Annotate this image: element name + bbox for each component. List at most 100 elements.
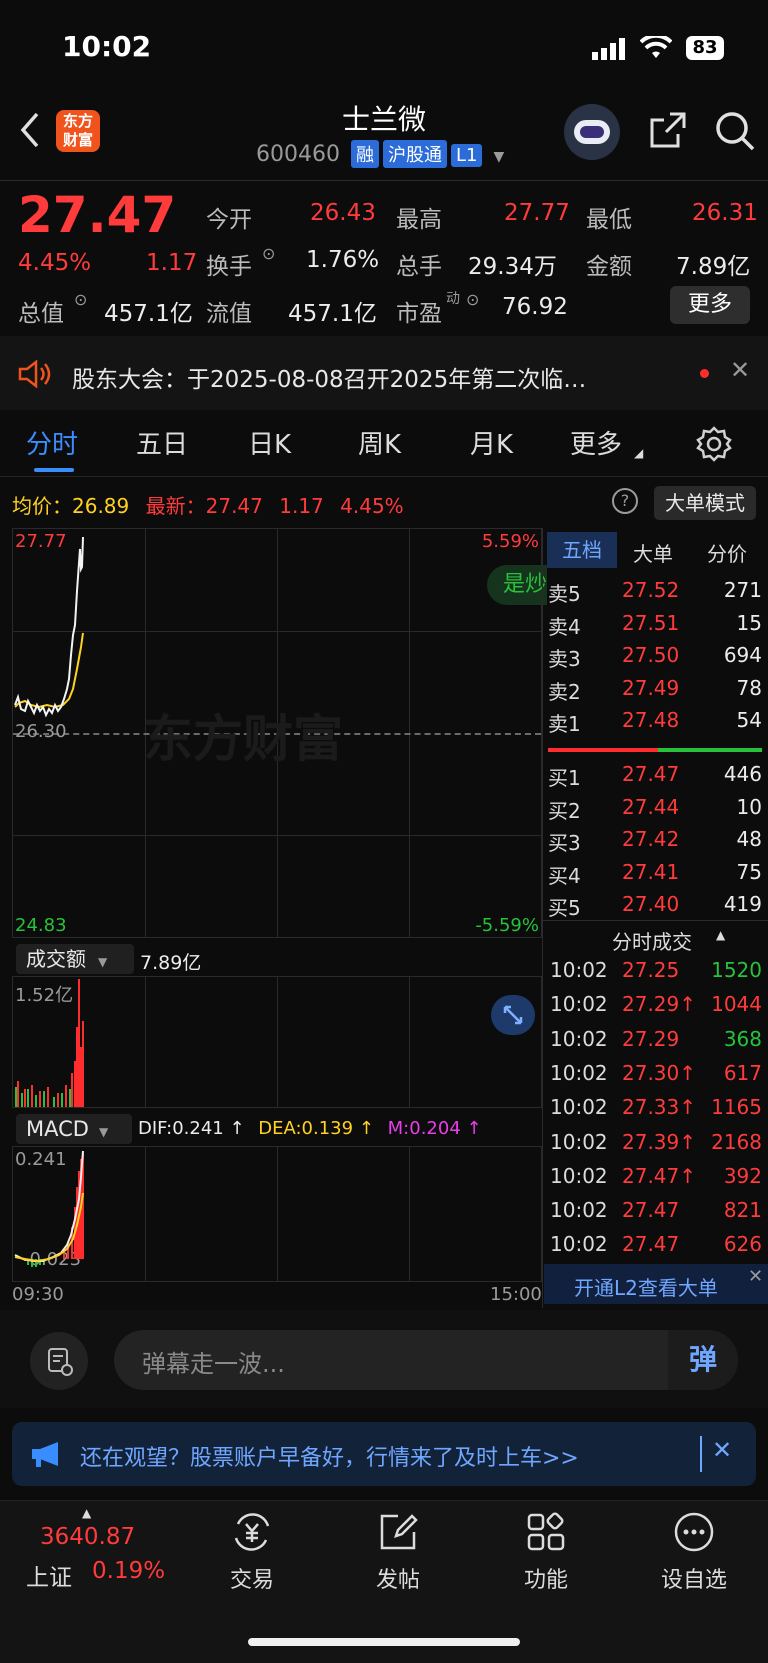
trade-row: 10:02 27.39↑ 2168 — [548, 1130, 762, 1164]
volume-panel: 成交额 ▼ 7.89亿 1.52亿 — [12, 938, 542, 1110]
tab-daily[interactable]: 日K — [248, 424, 291, 461]
chevron-down-icon: ▼ — [98, 1125, 109, 1139]
ad-banner[interactable]: 还在观望？股票账户早备好，行情来了及时上车>> ✕ — [12, 1422, 756, 1486]
nav-watchlist[interactable]: 设自选 — [652, 1510, 736, 1600]
ask-volume: 694 — [723, 643, 762, 667]
more-button[interactable]: 更多 — [670, 286, 750, 324]
tab-more[interactable]: 更多 — [570, 424, 622, 461]
divider — [0, 180, 768, 181]
search-icon[interactable] — [714, 110, 756, 152]
tag-hk-connect: 沪股通 — [382, 140, 447, 168]
home-indicator — [248, 1638, 520, 1646]
latest-change: 1.17 — [279, 494, 324, 518]
danmaku-input[interactable]: 弹幕走一波... 弹 — [114, 1330, 738, 1390]
ask-label: 卖4 — [548, 614, 581, 639]
nav-watchlist-label: 设自选 — [660, 1568, 727, 1593]
stock-code: 600460 — [256, 142, 340, 167]
trade-row: 10:02 27.47↑ 392 — [548, 1164, 762, 1198]
more-dots-icon — [674, 1512, 714, 1552]
tag-level1: L1 — [450, 144, 483, 167]
latest-pct: 4.45% — [340, 494, 404, 518]
l2-banner[interactable]: 开通L2查看大单 ✕ — [544, 1264, 768, 1304]
status-time: 10:02 — [62, 30, 152, 63]
settings-icon[interactable] — [696, 426, 732, 462]
intraday-chart[interactable]: 东方财富 27.77 5.59% 26.30 24.83 -5.59% 是炒 — [12, 528, 547, 938]
index-widget[interactable]: ▲ 3640.87 上证 0.19% — [0, 1500, 180, 1600]
nav-functions[interactable]: 功能 — [504, 1510, 588, 1600]
trade-volume: 1044 — [711, 992, 762, 1017]
info-icon[interactable]: ⊙ — [262, 244, 275, 263]
chevron-down-icon[interactable]: ▼ — [493, 149, 504, 165]
trade-volume: 392 — [723, 1163, 762, 1188]
caret-icon: ◢ — [634, 446, 644, 460]
bid-label: 买3 — [548, 831, 581, 855]
open-value: 26.43 — [310, 200, 376, 226]
high-value: 27.77 — [504, 200, 570, 226]
trade-volume: 821 — [723, 1198, 762, 1223]
trade-row: 10:02 27.29↑ 1044 — [548, 992, 762, 1026]
tab-large-order[interactable]: 大单 — [633, 538, 673, 567]
turnover-value: 1.76% — [306, 247, 380, 273]
pe-value: 76.92 — [502, 294, 568, 320]
trade-volume: 368 — [723, 1026, 762, 1051]
caret-up-icon[interactable]: ▲ — [716, 928, 725, 942]
trade-price: 27.29↑ — [622, 992, 697, 1017]
trade-price: 27.47↑ — [622, 1163, 697, 1188]
l2-banner-text: 开通L2查看大单 — [574, 1276, 718, 1300]
macd-chart: 0.241 -0.023 — [12, 1146, 542, 1282]
large-order-mode-button[interactable]: 大单模式 — [654, 486, 756, 520]
volume-label: 总手 — [396, 254, 442, 280]
trade-row: 10:02 27.30↑ 617 — [548, 1061, 762, 1095]
low-value: 26.31 — [692, 200, 758, 226]
index-pct: 0.19% — [92, 1558, 166, 1584]
info-icon[interactable]: ⊙ — [466, 290, 479, 309]
chart-info-row: 均价：26.89 最新：27.47 1.17 4.45% — [12, 490, 404, 519]
close-icon[interactable]: ✕ — [748, 1266, 763, 1287]
trade-price: 27.47 — [622, 1232, 680, 1257]
post-icon[interactable] — [30, 1332, 88, 1390]
close-icon[interactable]: ✕ — [712, 1436, 732, 1464]
help-icon[interactable]: ? — [612, 488, 638, 514]
tab-intraday[interactable]: 分时 — [26, 424, 78, 461]
info-icon[interactable]: ⊙ — [74, 290, 87, 309]
expand-icon[interactable] — [491, 995, 535, 1035]
share-icon[interactable] — [648, 110, 688, 150]
comment-bar: 弹幕走一波... 弹 — [0, 1310, 768, 1408]
trade-row: 10:02 27.29 368 — [548, 1027, 762, 1061]
trade-volume: 1520 — [711, 958, 762, 982]
high-label: 最高 — [396, 207, 442, 233]
tab-5-level[interactable]: 五档 — [547, 532, 617, 568]
pe-label: 市盈 — [396, 301, 442, 327]
ask-price: 27.50 — [622, 643, 680, 667]
bid-volume: 75 — [736, 859, 762, 884]
tab-price-distribution[interactable]: 分价 — [707, 538, 747, 567]
volume-label: 成交额 — [26, 947, 86, 971]
grid-apps-icon — [527, 1512, 565, 1551]
status-bar: 10:02 83 — [0, 0, 768, 96]
bid-row: 买2 27.44 10 — [548, 795, 762, 827]
bid-price: 27.41 — [622, 859, 680, 884]
pe-dynamic-sup: 动 — [446, 291, 460, 307]
stock-code-row: 600460 融沪股通 L1 ▼ — [256, 140, 504, 168]
trade-time: 10:02 — [550, 992, 608, 1017]
tab-monthly[interactable]: 月K — [470, 424, 513, 461]
nav-post[interactable]: 发帖 — [356, 1510, 440, 1600]
tag-margin: 融 — [350, 140, 379, 168]
tab-5day[interactable]: 五日 — [136, 424, 188, 461]
close-icon[interactable]: ✕ — [730, 356, 750, 384]
period-tabs: 分时 五日 日K 周K 月K 更多 ◢ — [0, 424, 768, 476]
volume-selector[interactable]: 成交额 ▼ — [16, 944, 134, 974]
nav-functions-label: 功能 — [523, 1568, 568, 1593]
robot-assistant-icon[interactable] — [564, 104, 620, 160]
macd-dif: DIF:0.241 ↑ — [138, 1118, 245, 1139]
indicator-selector[interactable]: MACD ▼ — [16, 1114, 132, 1144]
tab-weekly[interactable]: 周K — [358, 424, 401, 461]
start-time: 09:30 — [12, 1284, 64, 1305]
nav-trade[interactable]: 交易 — [210, 1510, 294, 1600]
macd-lines — [14, 1150, 84, 1267]
notice-bar[interactable]: 股东大会：于2025-08-08召开2025年第二次临… ✕ — [0, 336, 768, 410]
danmaku-send-button[interactable]: 弹 — [668, 1330, 738, 1390]
float-label: 流值 — [206, 301, 252, 327]
tab-indicator — [34, 468, 74, 472]
bid-volume: 10 — [736, 794, 762, 819]
